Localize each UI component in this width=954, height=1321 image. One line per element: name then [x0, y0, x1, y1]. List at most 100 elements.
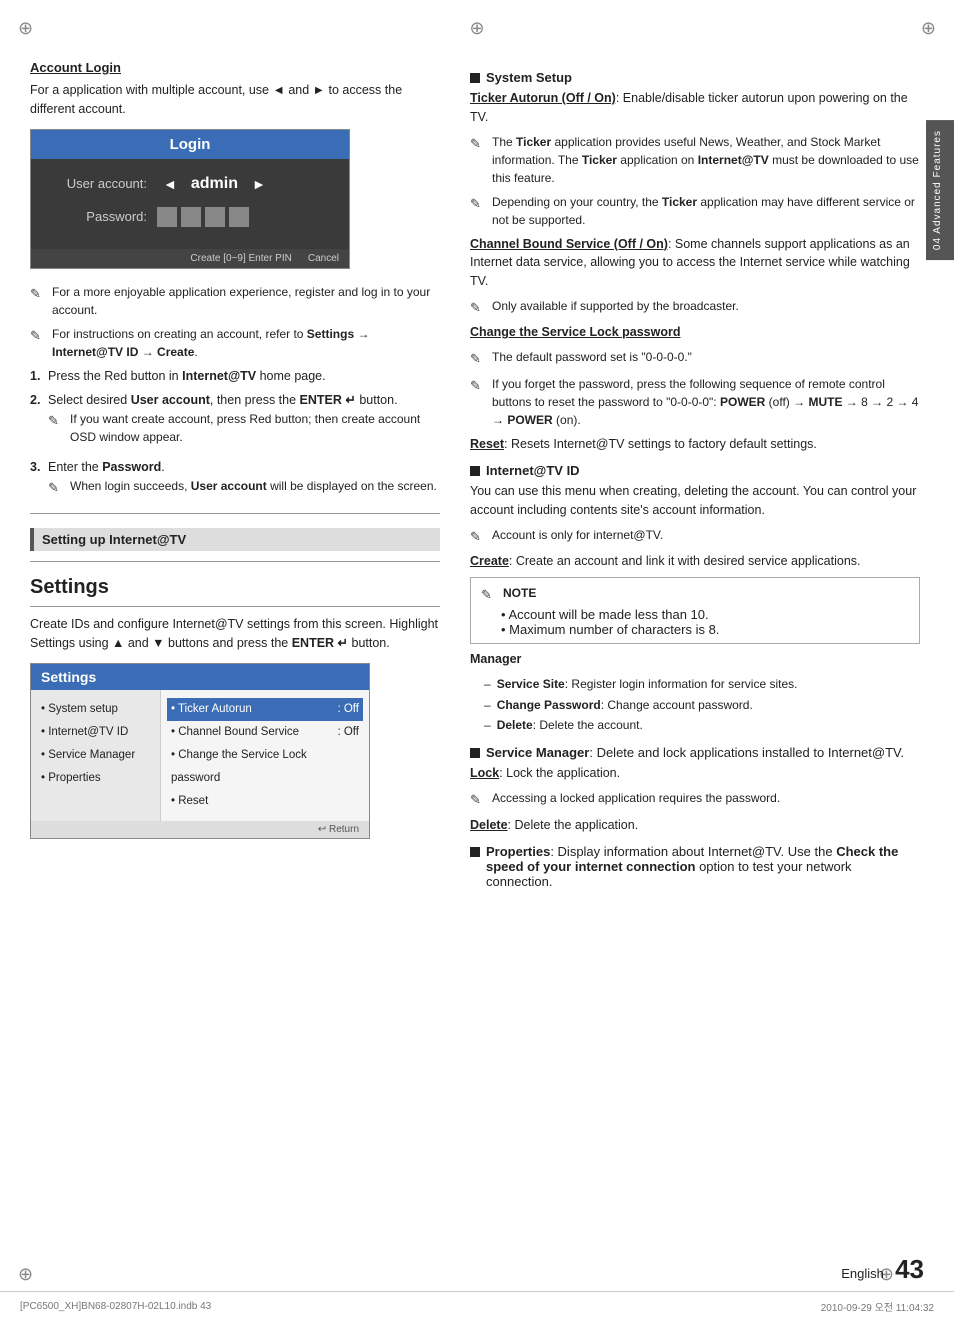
login-dialog-footer: Create [0~9] Enter PIN Cancel	[31, 249, 349, 268]
properties-text: Properties: Display information about In…	[486, 844, 920, 889]
left-column: Account Login For a application with mul…	[30, 60, 460, 893]
step-3-num: 3.	[30, 458, 48, 477]
internet-tv-id-desc: You can use this menu when creating, del…	[470, 482, 920, 520]
ticker-autorun-p: Ticker Autorun (Off / On): Enable/disabl…	[470, 89, 920, 127]
divider-3	[30, 606, 440, 607]
account-steps-list: 1. Press the Red button in Internet@TV h…	[30, 367, 440, 504]
step-2-text: Select desired User account, then press …	[48, 391, 398, 410]
pwd-dot-4	[229, 207, 249, 227]
settings-big-heading: Settings	[30, 572, 440, 602]
settings-left-item-1: • System setup	[41, 698, 150, 721]
manager-item-3: Delete: Delete the account.	[484, 715, 920, 735]
settings-right-label-3: • Change the Service Lock password	[171, 744, 359, 790]
password-dots	[157, 207, 249, 227]
step-1: 1. Press the Red button in Internet@TV h…	[30, 367, 440, 386]
note-pencil-icon-1: ✎	[30, 283, 52, 319]
note-pencil-icon-2: ✎	[30, 325, 52, 361]
login-password-row: Password:	[47, 207, 333, 227]
settings-right-label-4: • Reset	[171, 790, 208, 813]
settings-right-value-2: : Off	[337, 721, 359, 744]
step-2-note-text: If you want create account, press Red bu…	[70, 410, 440, 446]
system-setup-heading-row: System Setup	[470, 70, 920, 85]
settings-left-panel: • System setup • Internet@TV ID • Servic…	[31, 690, 161, 821]
ticker-note-icon-1: ✎	[470, 133, 492, 187]
login-user-row: User account: ◄ admin ►	[47, 173, 333, 195]
account-note-1-text: For a more enjoyable application experie…	[52, 283, 440, 319]
ticker-note-1: ✎ The Ticker application provides useful…	[470, 133, 920, 187]
settings-right-label-1: • Ticker Autorun	[171, 698, 252, 721]
corner-bl-icon: ⊕	[18, 1264, 33, 1285]
internet-tv-id-bullet	[470, 466, 480, 476]
ticker-note-2-text: Depending on your country, the Ticker ap…	[492, 193, 920, 229]
internet-tv-id-heading-row: Internet@TV ID	[470, 463, 920, 478]
login-create-label: Create [0~9] Enter PIN	[190, 253, 291, 264]
note-block-title-text: NOTE	[503, 584, 536, 605]
top-crosshair-icon: ⊕	[469, 18, 484, 39]
settings-section: Settings Create IDs and configure Intern…	[30, 572, 440, 839]
lock-note-1: ✎ The default password set is "0-0-0-0."	[470, 348, 920, 369]
settings-dialog-footer: ↩ Return	[31, 821, 369, 838]
pwd-dot-1	[157, 207, 177, 227]
bottom-bar: [PC6500_XH]BN68-02807H-02L10.indb 43 201…	[0, 1291, 954, 1321]
change-lock-heading-p: Change the Service Lock password	[470, 323, 920, 342]
channel-bound-p: Channel Bound Service (Off / On): Some c…	[470, 235, 920, 291]
login-dialog-title: Login	[31, 130, 349, 159]
lock-note-icon-2: ✎	[470, 375, 492, 429]
settings-right-value-1: : Off	[337, 698, 359, 721]
channel-bound-note-text: Only available if supported by the broad…	[492, 297, 920, 318]
system-setup-heading: System Setup	[486, 70, 572, 85]
login-cancel-label: Cancel	[308, 253, 339, 264]
service-manager-bullet	[470, 748, 480, 758]
settings-left-item-3: • Service Manager	[41, 744, 150, 767]
settings-right-item-2: • Channel Bound Service : Off	[171, 721, 359, 744]
lock-note-2: ✎ If you forget the password, press the …	[470, 375, 920, 429]
settings-left-item-4: • Properties	[41, 767, 150, 790]
step-2: 2. Select desired User account, then pre…	[30, 391, 440, 452]
system-setup-bullet	[470, 73, 480, 83]
step-1-num: 1.	[30, 367, 48, 386]
internet-tv-id-section: Internet@TV ID You can use this menu whe…	[470, 463, 920, 735]
note-block-icon: ✎	[481, 584, 503, 605]
account-login-desc: For a application with multiple account,…	[30, 81, 440, 119]
internet-tv-id-note: ✎ Account is only for internet@TV.	[470, 526, 920, 547]
step-3-note-text: When login succeeds, User account will b…	[70, 477, 440, 498]
service-manager-heading: Service Manager: Delete and lock applica…	[486, 745, 904, 760]
right-column: System Setup Ticker Autorun (Off / On): …	[460, 60, 920, 893]
system-setup-section: System Setup Ticker Autorun (Off / On): …	[470, 70, 920, 453]
lock-note-1-text: The default password set is "0-0-0-0."	[492, 348, 920, 369]
settings-dialog: Settings • System setup • Internet@TV ID…	[30, 663, 370, 839]
account-note-1: ✎ For a more enjoyable application exper…	[30, 283, 440, 319]
service-manager-heading-row: Service Manager: Delete and lock applica…	[470, 745, 920, 760]
chapter-tab: 04 Advanced Features	[926, 120, 954, 260]
manager-heading: Manager	[470, 650, 920, 669]
settings-desc: Create IDs and configure Internet@TV set…	[30, 615, 440, 653]
manager-list: Service Site: Register login information…	[470, 674, 920, 735]
settings-return-label: ↩ Return	[318, 824, 359, 835]
step-3-note: ✎ When login succeeds, User account will…	[30, 477, 440, 498]
lock-app-note-text: Accessing a locked application requires …	[492, 789, 920, 810]
properties-bullet	[470, 847, 480, 857]
step-3: 3. Enter the Password. ✎ When login succ…	[30, 458, 440, 503]
manager-item-2: Change Password: Change account password…	[484, 695, 920, 715]
corner-tl-icon: ⊕	[18, 18, 33, 39]
delete-p: Delete: Delete the application.	[470, 816, 920, 835]
account-note-2: ✎ For instructions on creating an accoun…	[30, 325, 440, 361]
note-block-items: • Account will be made less than 10. • M…	[481, 607, 909, 637]
note-block-item-1: • Account will be made less than 10.	[501, 607, 909, 622]
manager-item-1: Service Site: Register login information…	[484, 674, 920, 694]
settings-left-item-2: • Internet@TV ID	[41, 721, 150, 744]
page: ⊕ ⊕ ⊕ ⊕ ⊕ 04 Advanced Features Account L…	[0, 0, 954, 1321]
step-2-num: 2.	[30, 391, 48, 410]
step-3-text: Enter the Password.	[48, 458, 165, 477]
ticker-note-icon-2: ✎	[470, 193, 492, 229]
account-login-heading: Account Login	[30, 60, 440, 75]
page-number: English 43	[841, 1254, 924, 1285]
login-dialog-body: User account: ◄ admin ► Password:	[31, 159, 349, 249]
properties-section: Properties: Display information about In…	[470, 844, 920, 889]
lock-app-note: ✎ Accessing a locked application require…	[470, 789, 920, 810]
pwd-dot-3	[205, 207, 225, 227]
note-block-title: ✎ NOTE	[481, 584, 909, 605]
divider-2	[30, 561, 440, 562]
setting-up-heading: Setting up Internet@TV	[30, 528, 440, 551]
note-pencil-icon-3: ✎	[48, 410, 70, 446]
